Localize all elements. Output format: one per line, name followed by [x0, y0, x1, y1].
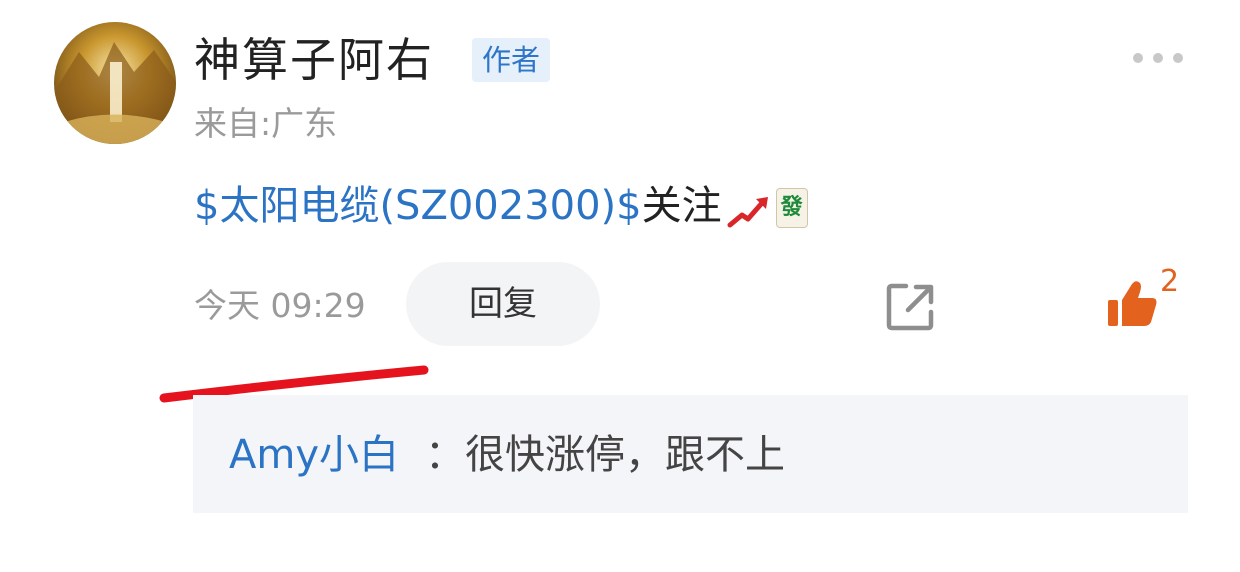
- username[interactable]: 神算子阿右: [194, 30, 434, 90]
- more-dots-icon[interactable]: [1130, 48, 1186, 68]
- trend-up-arrow-icon: [726, 188, 772, 228]
- thumbs-up-icon[interactable]: [1104, 276, 1160, 332]
- location-label: 来自:广东: [194, 104, 338, 143]
- stock-link[interactable]: $太阳电缆(SZ002300)$: [194, 183, 642, 229]
- like-count: 2: [1160, 264, 1180, 299]
- reply-button[interactable]: 回复: [406, 262, 600, 346]
- author-badge: 作者: [472, 38, 551, 82]
- reply-text: ：很快涨停，跟不上: [425, 432, 785, 478]
- share-icon[interactable]: [884, 280, 938, 334]
- post-content: $太阳电缆(SZ002300)$关注 發: [194, 176, 808, 236]
- comment-page: 神算子阿右 作者 来自:广东 $太阳电缆(SZ002300)$关注 發 今天 0…: [0, 0, 1240, 572]
- reply-box: Amy小白 ：很快涨停，跟不上: [193, 395, 1188, 513]
- content-text: 关注: [641, 183, 722, 229]
- post-timestamp: 今天 09:29: [194, 286, 366, 325]
- avatar[interactable]: [54, 22, 176, 144]
- reply-author[interactable]: Amy小白: [229, 427, 399, 483]
- mahjong-fa-icon: 發: [775, 188, 808, 228]
